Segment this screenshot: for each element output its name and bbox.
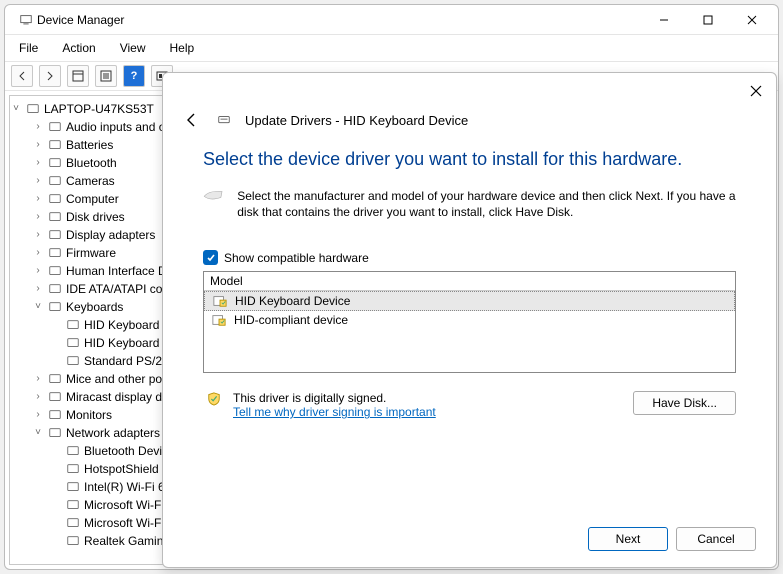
toolbar-forward-button[interactable] [39, 65, 61, 87]
expand-toggle[interactable]: › [32, 136, 44, 154]
dialog-back-button[interactable] [181, 109, 203, 131]
menu-action[interactable]: Action [58, 39, 99, 57]
app-icon [18, 12, 34, 28]
show-compatible-label: Show compatible hardware [224, 251, 369, 265]
display-icon [47, 227, 63, 243]
signed-shield-icon [206, 391, 222, 407]
dialog-instructions-row: Select the manufacturer and model of you… [203, 188, 736, 220]
close-button[interactable] [730, 5, 774, 35]
battery-icon [47, 137, 63, 153]
computer-icon [47, 191, 63, 207]
net-icon [65, 443, 81, 459]
signing-info-link[interactable]: Tell me why driver signing is important [233, 405, 436, 419]
expand-toggle[interactable]: ˅ [32, 424, 44, 442]
net-icon [65, 533, 81, 549]
expand-toggle[interactable]: › [32, 208, 44, 226]
toolbar-button[interactable] [95, 65, 117, 87]
net-icon [65, 461, 81, 477]
menubar: File Action View Help [5, 35, 778, 62]
dialog-header: Update Drivers - HID Keyboard Device [163, 109, 776, 139]
toolbar-back-button[interactable] [11, 65, 33, 87]
have-disk-button[interactable]: Have Disk... [633, 391, 736, 415]
driver-signed-icon [212, 293, 228, 309]
expand-toggle[interactable]: › [32, 172, 44, 190]
keyboard-icon [65, 353, 81, 369]
tree-node-label: Cameras [66, 172, 115, 190]
tree-node-label: Batteries [66, 136, 113, 154]
tree-node-label: Monitors [66, 406, 112, 424]
expand-toggle[interactable]: › [32, 118, 44, 136]
model-row-label: HID Keyboard Device [235, 294, 350, 308]
chip-icon [47, 245, 63, 261]
ide-icon [47, 281, 63, 297]
tree-node-label: Disk drives [66, 208, 125, 226]
net-icon [47, 425, 63, 441]
expand-toggle[interactable]: › [32, 262, 44, 280]
expand-toggle[interactable]: › [32, 226, 44, 244]
expand-toggle[interactable]: › [32, 370, 44, 388]
monitor-icon [47, 407, 63, 423]
dialog-close-button[interactable] [736, 73, 776, 109]
toolbar-help-button[interactable]: ? [123, 65, 145, 87]
keyboard-icon [65, 317, 81, 333]
hardware-icon [203, 188, 223, 212]
show-compatible-checkbox[interactable] [203, 250, 218, 265]
expand-toggle[interactable]: › [32, 406, 44, 424]
net-icon [65, 497, 81, 513]
keyboard-icon [47, 299, 63, 315]
menu-view[interactable]: View [116, 39, 150, 57]
disk-icon [47, 209, 63, 225]
maximize-button[interactable] [686, 5, 730, 35]
expand-toggle[interactable]: › [32, 190, 44, 208]
cancel-button[interactable]: Cancel [676, 527, 756, 551]
signed-text: This driver is digitally signed. [233, 391, 625, 405]
expand-toggle[interactable]: › [32, 244, 44, 262]
camera-icon [47, 173, 63, 189]
bluetooth-icon [47, 155, 63, 171]
titlebar: Device Manager [5, 5, 778, 35]
model-list[interactable]: Model HID Keyboard Device HID-compliant d… [203, 271, 736, 373]
model-row[interactable]: HID Keyboard Device [204, 291, 735, 311]
menu-file[interactable]: File [15, 39, 42, 57]
tree-node-label: Bluetooth [66, 154, 117, 172]
toolbar-properties-button[interactable] [67, 65, 89, 87]
tree-node-label: Keyboards [66, 298, 123, 316]
expand-toggle[interactable]: ˅ [32, 298, 44, 316]
hid-icon [47, 263, 63, 279]
model-list-header: Model [204, 272, 735, 291]
keyboard-icon [65, 335, 81, 351]
expand-toggle[interactable]: › [32, 388, 44, 406]
dialog-instructions: Select the manufacturer and model of you… [237, 188, 736, 220]
model-row[interactable]: HID-compliant device [204, 311, 735, 329]
tree-node-label: Network adapters [66, 424, 160, 442]
expand-toggle[interactable]: › [32, 154, 44, 172]
dialog-title: Update Drivers - HID Keyboard Device [245, 113, 468, 128]
next-button[interactable]: Next [588, 527, 668, 551]
window-title: Device Manager [37, 13, 642, 27]
tree-node-label: Firmware [66, 244, 116, 262]
driver-signed-icon [211, 312, 227, 328]
dialog-heading: Select the device driver you want to ins… [203, 149, 736, 170]
net-icon [65, 479, 81, 495]
update-drivers-dialog: Update Drivers - HID Keyboard Device Sel… [162, 72, 777, 568]
speaker-icon [47, 119, 63, 135]
expand-toggle[interactable]: › [32, 280, 44, 298]
device-icon [216, 112, 232, 128]
expand-toggle[interactable]: ˅ [10, 100, 22, 118]
tree-node-label: Computer [66, 190, 119, 208]
net-icon [65, 515, 81, 531]
menu-help[interactable]: Help [166, 39, 199, 57]
tree-root-label: LAPTOP-U47KS53T [44, 100, 154, 118]
mouse-icon [47, 371, 63, 387]
display-icon [47, 389, 63, 405]
computer-icon [25, 101, 41, 117]
model-row-label: HID-compliant device [234, 313, 348, 327]
minimize-button[interactable] [642, 5, 686, 35]
tree-node-label: Display adapters [66, 226, 155, 244]
